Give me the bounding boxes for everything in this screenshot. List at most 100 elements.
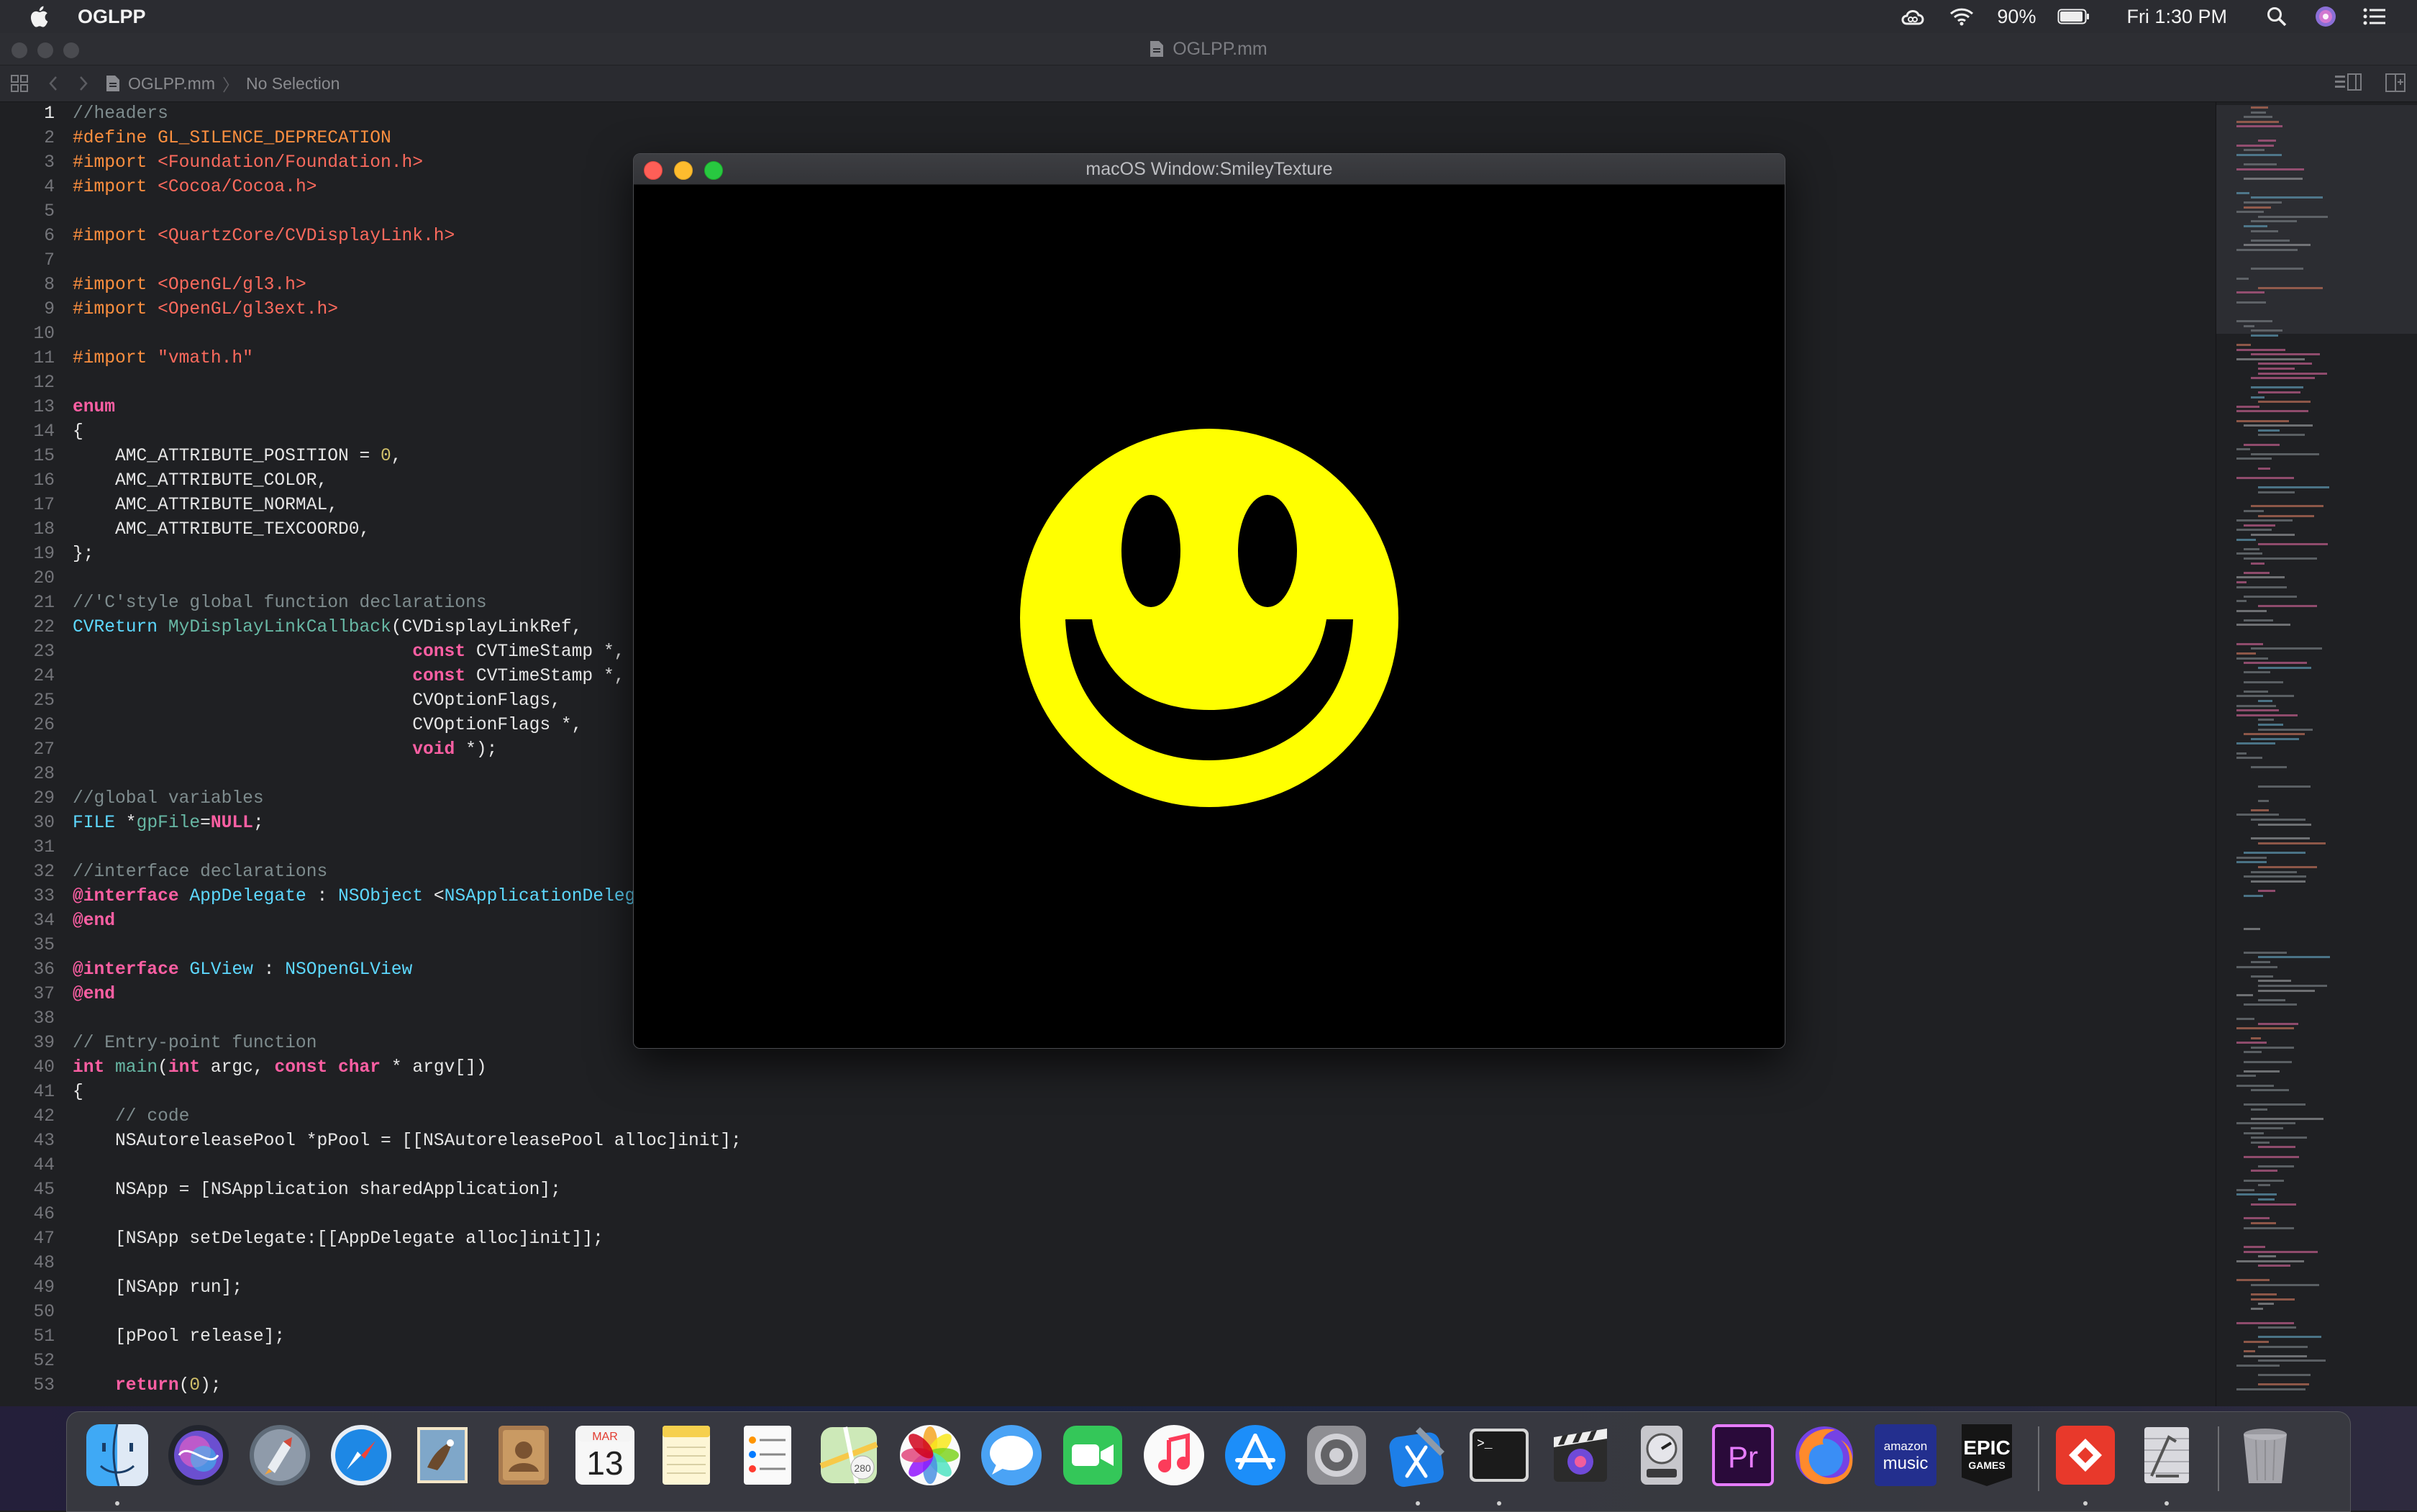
dock-amazon-music-icon[interactable]: amazon music	[1870, 1419, 1942, 1491]
dock-maps-icon[interactable]: 280	[813, 1419, 885, 1491]
minimap-line	[2251, 1293, 2277, 1295]
code-line[interactable]: 53 return(0);	[0, 1374, 2216, 1398]
dock-firefox-icon[interactable]	[1788, 1419, 1860, 1491]
line-number: 49	[33, 1278, 55, 1298]
code-line[interactable]: 41 {	[0, 1080, 2216, 1105]
dock-contacts-icon[interactable]	[488, 1419, 560, 1491]
code-line[interactable]: 40 int main(int argc, const char * argv[]…	[0, 1056, 2216, 1080]
dock-xcode-icon[interactable]	[1382, 1419, 1454, 1506]
opengl-canvas[interactable]	[634, 185, 1785, 1048]
code-line[interactable]: 44	[0, 1154, 2216, 1178]
gl-zoom-button[interactable]	[704, 161, 723, 180]
dock-launchpad-icon[interactable]	[244, 1419, 316, 1491]
code-line[interactable]: 46	[0, 1203, 2216, 1227]
dock-facetime-icon[interactable]	[1057, 1419, 1129, 1491]
minimap-line	[2251, 809, 2269, 811]
spotlight-search-icon[interactable]	[2263, 4, 2290, 29]
dock-anydesk-icon[interactable]	[2049, 1419, 2121, 1506]
dock-epic-games-icon[interactable]: EPIC GAMES	[1951, 1419, 2023, 1491]
gl-minimize-button[interactable]	[674, 161, 693, 180]
minimap-line	[2244, 1217, 2270, 1220]
code-line[interactable]: 47 [NSApp setDelegate:[[AppDelegate allo…	[0, 1227, 2216, 1252]
menu-bar-clock[interactable]: Fri 1:30 PM	[2126, 6, 2227, 28]
dock-notes-icon[interactable]	[650, 1419, 722, 1491]
dock-safari-icon[interactable]	[325, 1419, 397, 1491]
line-number: 20	[33, 569, 55, 588]
dock-finder-icon[interactable]	[81, 1419, 153, 1506]
running-indicator	[1416, 1501, 1420, 1506]
dock-messages-icon[interactable]	[975, 1419, 1047, 1491]
apple-menu-icon[interactable]	[27, 4, 53, 29]
dock-calendar-icon[interactable]: MAR 13	[569, 1419, 641, 1491]
code-line[interactable]: 52	[0, 1349, 2216, 1374]
dock-mail-icon[interactable]	[406, 1419, 478, 1491]
dock-icon-label: GAMES	[1968, 1459, 2005, 1471]
line-number: 16	[33, 471, 55, 491]
code-line[interactable]: 42 // code	[0, 1105, 2216, 1129]
add-editor-icon[interactable]	[2384, 71, 2407, 94]
dock-app-store-icon[interactable]	[1219, 1419, 1291, 1491]
notification-center-icon[interactable]	[2361, 4, 2388, 29]
code-token: ;	[252, 814, 264, 833]
dock-system-preferences-icon[interactable]	[1301, 1419, 1373, 1491]
minimap-line	[2258, 368, 2295, 370]
related-items-icon[interactable]	[10, 74, 29, 93]
minimap-line	[2251, 1127, 2283, 1129]
wifi-icon[interactable]	[1948, 4, 1975, 29]
dock-terminal-icon[interactable]: >_	[1463, 1419, 1535, 1506]
minimap-line	[2258, 1184, 2271, 1187]
breadcrumb-selection[interactable]: No Selection	[246, 74, 340, 94]
code-line[interactable]: 51 [pPool release];	[0, 1325, 2216, 1349]
code-token: <OpenGL/gl3ext.h>	[158, 300, 338, 319]
minimap-viewport[interactable]	[2216, 105, 2417, 334]
dock-final-cut-pro-icon[interactable]	[1544, 1419, 1616, 1491]
back-arrow-icon[interactable]	[47, 74, 59, 93]
code-line[interactable]: 48	[0, 1252, 2216, 1276]
code-token: //global variables	[73, 789, 264, 809]
line-number: 18	[33, 520, 55, 539]
minimap-line	[2251, 880, 2306, 883]
app-menu-name[interactable]: OGLPP	[78, 6, 146, 28]
line-number: 17	[33, 496, 55, 515]
code-line[interactable]: 43 NSAutoreleasePool *pPool = [[NSAutore…	[0, 1129, 2216, 1154]
minimize-button[interactable]	[37, 42, 53, 58]
adjust-editor-options-icon[interactable]	[2334, 71, 2362, 94]
code-line[interactable]: 2 #define GL_SILENCE_DEPRECATION	[0, 127, 2216, 151]
dock-siri-icon[interactable]	[163, 1419, 235, 1491]
minimap-line	[2258, 1198, 2275, 1201]
minimap-line	[2251, 1222, 2277, 1224]
close-button[interactable]	[12, 42, 27, 58]
code-text: //global variables	[73, 787, 264, 811]
dock-trash-icon[interactable]	[2229, 1419, 2301, 1491]
battery-icon[interactable]	[2057, 4, 2090, 29]
code-token: (	[178, 1376, 190, 1395]
dock-reminders-icon[interactable]	[732, 1419, 804, 1491]
creative-cloud-icon[interactable]	[1899, 4, 1926, 29]
breadcrumb-file[interactable]: OGLPP.mm	[128, 74, 215, 94]
minimap[interactable]	[2216, 102, 2417, 1406]
code-line[interactable]: 1 //headers	[0, 102, 2216, 127]
siri-icon[interactable]	[2312, 4, 2339, 29]
line-number: 2	[44, 129, 55, 148]
dock-instruments-icon[interactable]	[2131, 1419, 2203, 1506]
code-line[interactable]: 45 NSApp = [NSApplication sharedApplicat…	[0, 1178, 2216, 1203]
minimap-line	[2244, 927, 2261, 930]
code-text: // code	[73, 1105, 189, 1129]
forward-arrow-icon[interactable]	[78, 74, 89, 93]
opengl-window-title-bar[interactable]: macOS Window:SmileyTexture	[634, 154, 1785, 185]
code-line[interactable]: 49 [NSApp run];	[0, 1276, 2216, 1301]
minimap-line	[2236, 704, 2276, 707]
code-token: //headers	[73, 104, 168, 124]
code-token: // code	[115, 1107, 190, 1126]
minimap-line	[2251, 1203, 2296, 1206]
dock-premiere-pro-icon[interactable]: Pr	[1707, 1419, 1779, 1491]
minimap-line	[2251, 562, 2264, 565]
code-line[interactable]: 50	[0, 1301, 2216, 1325]
dock-music-icon[interactable]	[1138, 1419, 1210, 1491]
zoom-button[interactable]	[63, 42, 79, 58]
gl-close-button[interactable]	[644, 161, 663, 180]
dock-photos-icon[interactable]	[894, 1419, 966, 1491]
opengl-window[interactable]: macOS Window:SmileyTexture	[633, 153, 1785, 1049]
dock-compressor-icon[interactable]	[1626, 1419, 1698, 1491]
